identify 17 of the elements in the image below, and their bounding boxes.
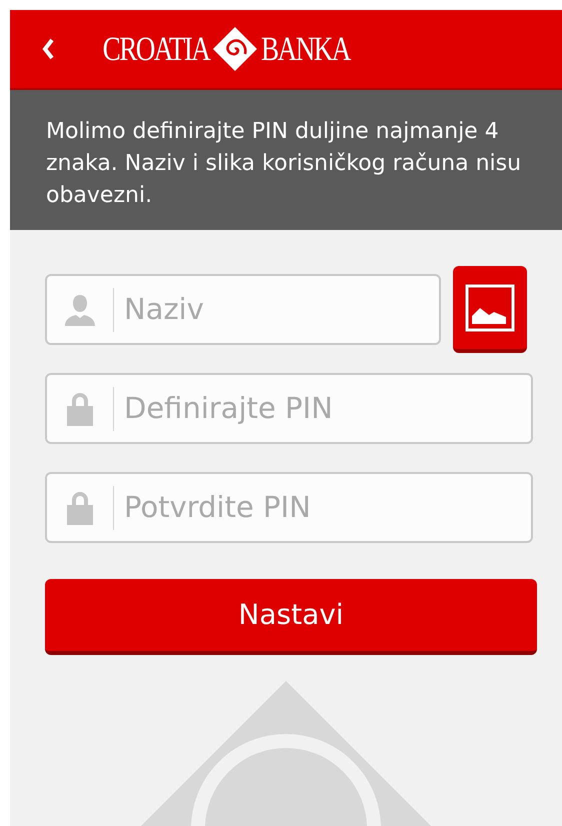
text-input[interactable]: Definirajte PIN [114, 386, 531, 430]
back-icon[interactable] [42, 38, 54, 60]
image-icon [465, 284, 515, 332]
lock-icon [65, 490, 95, 526]
lock-icon [65, 390, 95, 426]
text-input[interactable]: Naziv [114, 288, 439, 332]
logo-text: BANKA [261, 30, 350, 70]
user-icon [63, 292, 97, 326]
input-field[interactable]: Naziv [45, 274, 441, 345]
continue-button[interactable]: Nastavi [45, 579, 537, 655]
input-field[interactable]: Potvrdite PIN [45, 472, 533, 543]
spiral-diamond-logo-icon [212, 26, 258, 72]
logo-text: CROATIA [102, 30, 210, 70]
text-input[interactable]: Potvrdite PIN [114, 486, 531, 530]
info-text: Molimo definirajte PIN duljine najmanje 4 znaka. Naziv i slika korisničkog računa nisu obavezni. [46, 118, 522, 210]
image-picker-button[interactable] [453, 266, 527, 353]
input-field[interactable]: Definirajte PIN [45, 373, 533, 444]
